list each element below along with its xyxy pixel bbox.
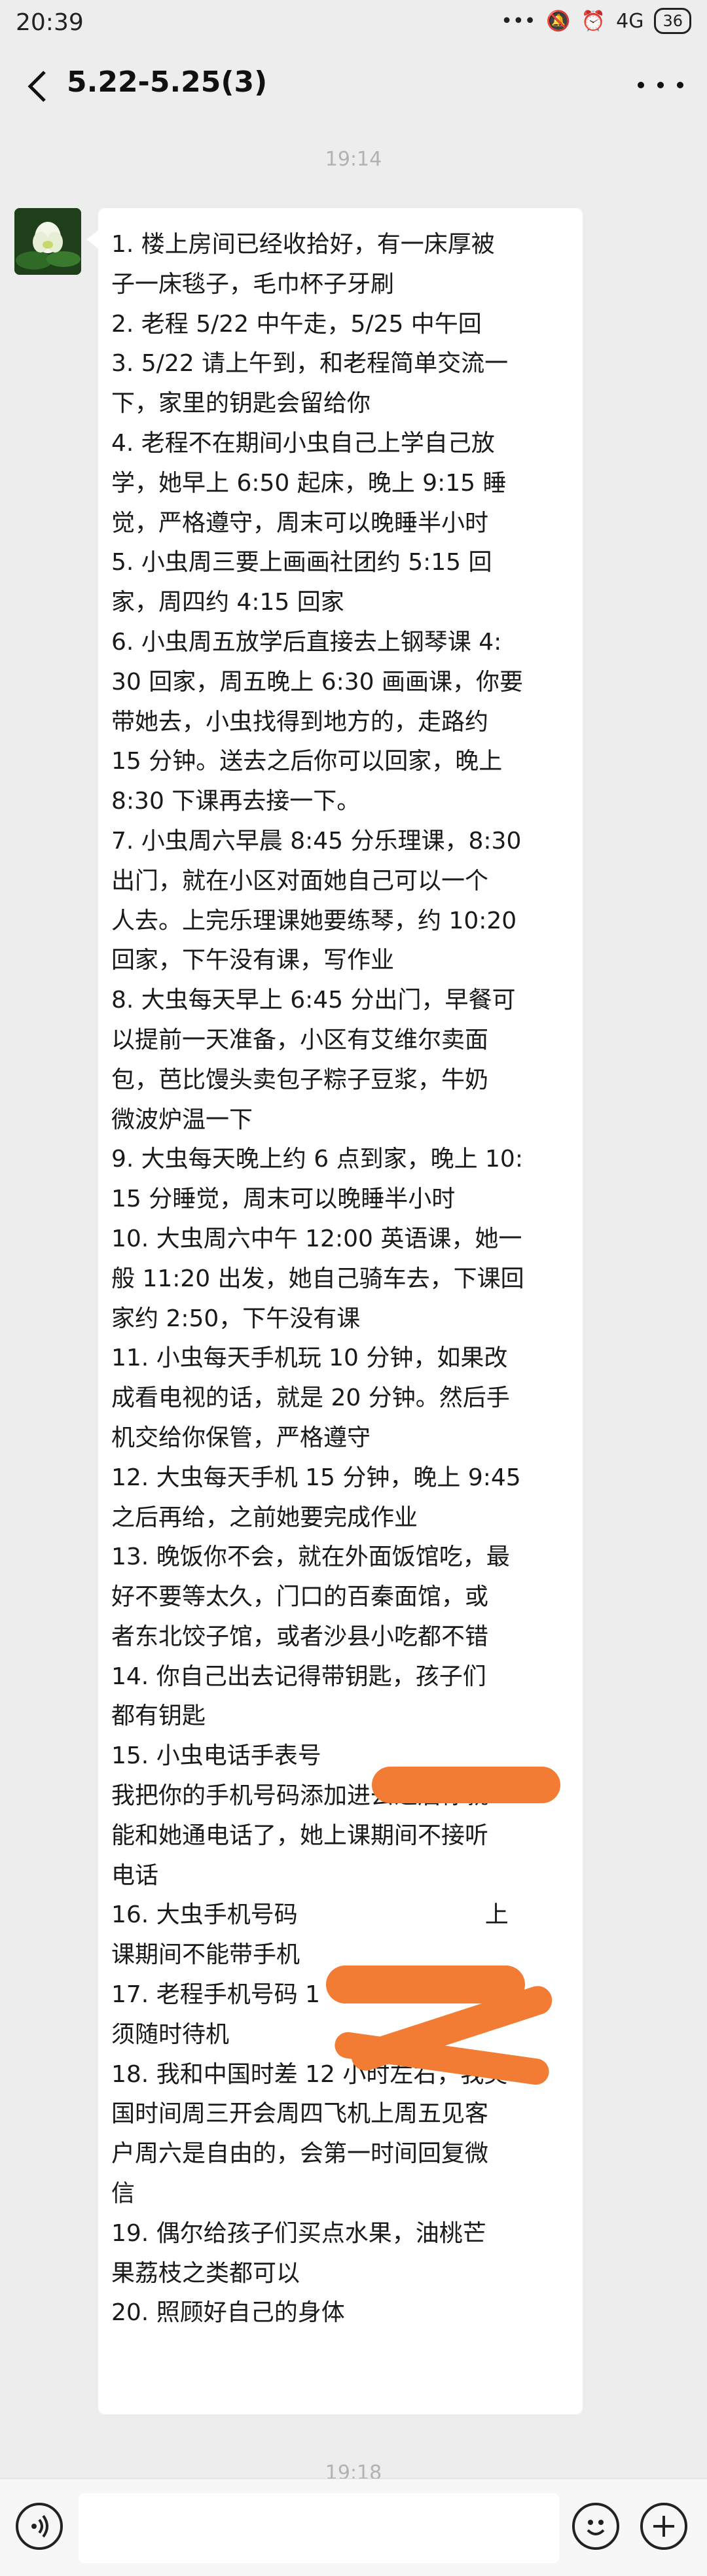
message-line: 1. 楼上房间已经收拾好，有一床厚被 [111, 231, 495, 258]
redaction-phone-2 [326, 1966, 525, 2003]
status-icons: ••• 🔕 ⏰ 4G 36 [501, 8, 691, 34]
notification-dots-icon: ••• [501, 9, 536, 33]
input-bar [0, 2479, 707, 2576]
message-line: 5. 小虫周三要上画画社团约 5:15 回 [111, 549, 492, 576]
status-bar: 20:39 ••• 🔕 ⏰ 4G 36 [0, 0, 707, 47]
message-line: 14. 你自己出去记得带钥匙，孩子们 [111, 1663, 486, 1690]
message-line: 包，芭比馒头卖包子粽子豆浆，牛奶 [111, 1066, 489, 1093]
message-line: 以提前一天准备，小区有艾维尔卖面 [111, 1026, 489, 1053]
message-line: 成看电视的话，就是 20 分钟。然后手 [111, 1385, 510, 1412]
message-line: 20. 照顾好自己的身体 [111, 2299, 345, 2327]
message-line: 都有钥匙 [111, 1703, 206, 1730]
message-line: 家约 2:50，下午没有课 [111, 1305, 361, 1332]
message-timestamp: 19:14 [325, 148, 382, 171]
message-line: 15 分钟。送去之后你可以回家，晚上 [111, 748, 503, 775]
network-label: 4G [616, 9, 644, 33]
message-line: 8:30 下课再去接一下。 [111, 788, 361, 815]
message-line: 16. 大虫手机号码 上 [111, 1901, 509, 1929]
message-line: 11. 小虫每天手机玩 10 分钟，如果改 [111, 1345, 508, 1372]
chat-title: 5.22-5.25(3) [67, 65, 268, 99]
message-line: 19. 偶尔给孩子们买点水果，油桃芒 [111, 2219, 486, 2247]
message-line: 般 11:20 出发，她自己骑车去，下课回 [111, 1265, 524, 1292]
status-time: 20:39 [16, 9, 84, 36]
message-line: 9. 大虫每天晚上约 6 点到家，晚上 10: [111, 1146, 523, 1173]
message-line: 信 [111, 2180, 136, 2208]
message-line: 15 分睡觉，周末可以晚睡半小时 [111, 1186, 456, 1213]
message-line: 30 回家，周五晚上 6:30 画画课，你要 [111, 668, 523, 696]
lotus-avatar-image [14, 208, 81, 275]
message-line: 8. 大虫每天早上 6:45 分出门，早餐可 [111, 987, 516, 1014]
message-line: 机交给你保管，严格遵守 [111, 1424, 371, 1451]
message-line: 觉，严格遵守，周末可以晚睡半小时 [111, 509, 489, 537]
message-line: 3. 5/22 请上午到，和老程简单交流一 [111, 350, 509, 378]
chat-header: 5.22-5.25(3) [0, 47, 707, 124]
plus-icon[interactable] [640, 2503, 687, 2550]
message-line: 13. 晚饭你不会，就在外面饭馆吃，最 [111, 1544, 510, 1571]
message-line: 回家，下午没有课，写作业 [111, 947, 395, 974]
message-line: 户周六是自由的，会第一时间回复微 [111, 2140, 489, 2168]
message-line: 者东北饺子馆，或者沙县小吃都不错 [111, 1623, 489, 1650]
message-line: 国时间周三开会周四飞机上周五见客 [111, 2100, 489, 2128]
message-line: 能和她通电话了，她上课期间不接听 [111, 1822, 489, 1849]
mute-icon: 🔕 [546, 9, 571, 33]
message-line: 4. 老程不在期间小虫自己上学自己放 [111, 429, 495, 457]
message-line: 子一床毯子，毛巾杯子牙刷 [111, 270, 395, 298]
redaction-phone-1 [372, 1767, 560, 1803]
emoji-icon[interactable] [572, 2503, 619, 2550]
message-line: 10. 大虫周六中午 12:00 英语课，她一 [111, 1225, 522, 1252]
message-line: 12. 大虫每天手机 15 分钟，晚上 9:45 [111, 1464, 521, 1491]
message-line: 家，周四约 4:15 回家 [111, 589, 344, 616]
message-line: 之后再给，之前她要完成作业 [111, 1504, 418, 1531]
battery-indicator: 36 [654, 8, 691, 34]
message-line: 人去。上完乐理课她要练琴，约 10:20 [111, 907, 517, 934]
message-line: 好不要等太久，门口的百秦面馆，或 [111, 1583, 489, 1611]
message-line: 2. 老程 5/22 中午走，5/25 中午回 [111, 310, 482, 338]
message-line: 出门，就在小区对面她自己可以一个 [111, 867, 489, 894]
message-line: 微波炉温一下 [111, 1106, 253, 1133]
message-line: 学，她早上 6:50 起床，晚上 9:15 睡 [111, 469, 507, 497]
more-dots-icon[interactable] [638, 65, 683, 105]
message-line: 果荔枝之类都可以 [111, 2259, 300, 2287]
message-line: 带她去，小虫找得到地方的，走路约 [111, 708, 489, 735]
avatar[interactable] [14, 208, 81, 275]
message-line: 下，家里的钥匙会留给你 [111, 390, 371, 417]
message-input[interactable] [79, 2494, 559, 2563]
alarm-icon: ⏰ [581, 9, 606, 33]
message-line: 6. 小虫周五放学后直接去上钢琴课 4: [111, 628, 502, 656]
chevron-left-icon[interactable] [20, 67, 59, 106]
voice-icon[interactable] [16, 2503, 63, 2550]
message-line: 7. 小虫周六早晨 8:45 分乐理课，8:30 [111, 827, 522, 855]
message-line: 电话 [111, 1861, 159, 1889]
message-bubble[interactable]: 1. 楼上房间已经收拾好，有一床厚被 子一床毯子，毛巾杯子牙刷 2. 老程 5/22… [86, 208, 583, 2414]
